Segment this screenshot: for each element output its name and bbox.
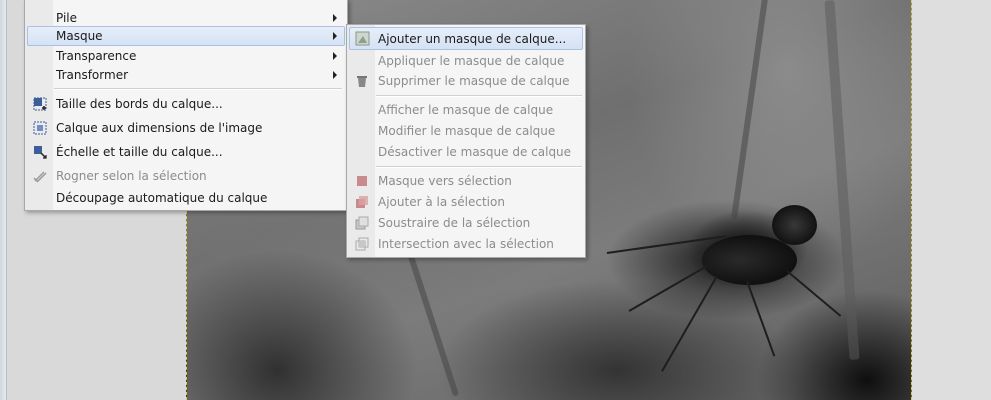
menu-item-layer-to-image-size[interactable]: Calque aux dimensions de l'image (27, 118, 345, 138)
menu-item-label: Soustraire de la sélection (378, 216, 531, 230)
menu-item-apply-layer-mask[interactable]: Appliquer le masque de calque (349, 51, 583, 71)
menu-item-label: Échelle et taille du calque... (56, 145, 223, 159)
menu-item-label: Ajouter à la sélection (378, 195, 505, 209)
gimp-workspace: Pile Masque Transparence Transformer Tai… (0, 0, 991, 400)
layer-to-image-size-icon (33, 121, 47, 135)
menu-item-label: Modifier le masque de calque (378, 124, 556, 138)
layer-boundary-icon (33, 97, 47, 111)
menu-item-label: Calque aux dimensions de l'image (56, 121, 263, 135)
menu-item-label: Découpage automatique du calque (56, 191, 268, 205)
menu-item-add-to-selection[interactable]: Ajouter à la sélection (349, 192, 583, 212)
menu-item-delete-layer-mask[interactable]: Supprimer le masque de calque (349, 71, 583, 91)
delete-mask-icon (357, 76, 367, 87)
menu-item-crop-to-selection[interactable]: Rogner selon la sélection (27, 166, 345, 186)
crop-icon (33, 171, 47, 183)
menu-item-label: Masque vers sélection (378, 174, 512, 188)
submenu-arrow-icon (333, 14, 337, 22)
menu-item-masque[interactable]: Masque (27, 26, 345, 46)
submenu-arrow-icon (333, 32, 337, 40)
menu-item-label: Rogner selon la sélection (56, 169, 207, 183)
menu-item-layer-boundary-size[interactable]: Taille des bords du calque... (27, 94, 345, 114)
menu-separator (54, 88, 342, 90)
menu-item-transparence[interactable]: Transparence (27, 46, 345, 66)
menu-item-label: Supprimer le masque de calque (378, 74, 570, 88)
menu-item-add-layer-mask[interactable]: Ajouter un masque de calque... (349, 27, 583, 50)
menu-item-label: Désactiver le masque de calque (378, 145, 572, 159)
menu-item-label: Masque (56, 29, 103, 43)
menu-item-autocrop-layer[interactable]: Découpage automatique du calque (27, 188, 345, 208)
menu-separator (376, 95, 582, 97)
menu-item-label: Taille des bords du calque... (56, 97, 223, 111)
subtract-selection-icon (355, 216, 369, 230)
menu-item-label: Pile (56, 11, 78, 25)
add-mask-icon (355, 31, 370, 46)
menu-item-mask-to-selection[interactable]: Masque vers sélection (349, 171, 583, 191)
menu-item-subtract-from-selection[interactable]: Soustraire de la sélection (349, 213, 583, 233)
canvas-padding-right (911, 0, 991, 400)
insect-head (772, 205, 817, 245)
menu-item-disable-layer-mask[interactable]: Désactiver le masque de calque (349, 142, 583, 162)
menu-item-label: Afficher le masque de calque (378, 103, 554, 117)
left-dock-edge (0, 0, 7, 400)
mask-to-selection-icon (357, 176, 367, 186)
menu-item-label: Appliquer le masque de calque (378, 54, 565, 68)
menu-item-label: Transformer (56, 68, 129, 82)
menu-item-label: Intersection avec la sélection (378, 237, 554, 251)
scale-layer-icon (34, 146, 47, 159)
menu-item-pile[interactable]: Pile (27, 8, 345, 28)
menu-item-intersect-with-selection[interactable]: Intersection avec la sélection (349, 234, 583, 254)
menu-item-label: Ajouter un masque de calque... (378, 32, 567, 46)
menu-item-label: Transparence (56, 49, 137, 63)
submenu-arrow-icon (333, 71, 337, 79)
mask-submenu: Ajouter un masque de calque... Appliquer… (346, 24, 586, 258)
menu-item-transformer[interactable]: Transformer (27, 65, 345, 85)
intersect-selection-icon (355, 237, 369, 251)
add-to-selection-icon (356, 196, 368, 208)
menu-item-scale-layer[interactable]: Échelle et taille du calque... (27, 142, 345, 162)
menu-item-show-layer-mask[interactable]: Afficher le masque de calque (349, 100, 583, 120)
menu-separator (376, 166, 582, 168)
menu-item-edit-layer-mask[interactable]: Modifier le masque de calque (349, 121, 583, 141)
layer-menu: Pile Masque Transparence Transformer Tai… (24, 0, 348, 211)
submenu-arrow-icon (333, 52, 337, 60)
